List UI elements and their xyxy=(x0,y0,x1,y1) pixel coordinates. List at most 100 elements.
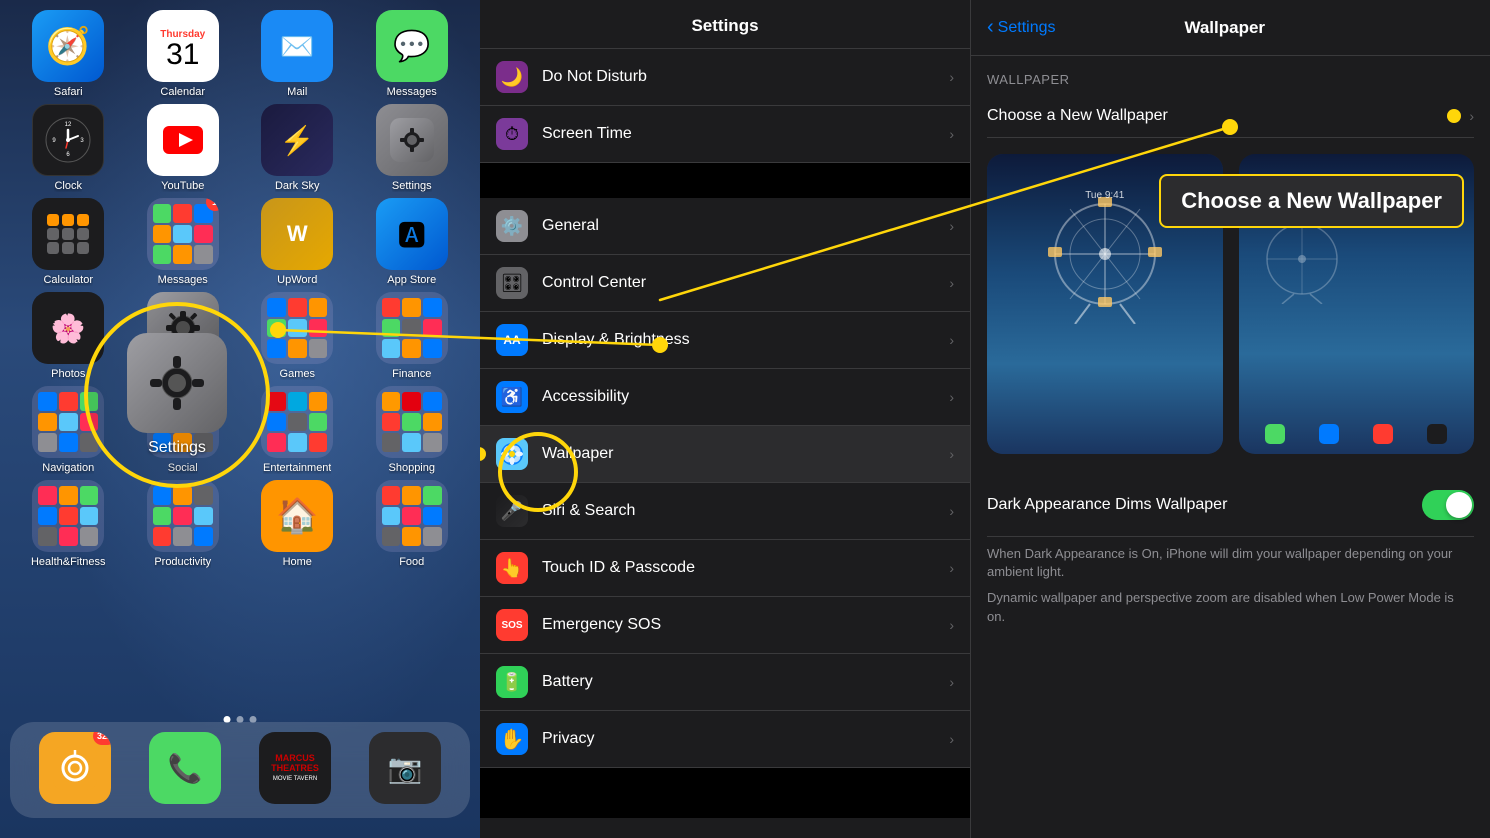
settings-item-screen-time[interactable]: ⏱ Screen Time › xyxy=(480,106,970,163)
settings-item-control-center[interactable]: 🎛 Control Center › xyxy=(480,255,970,312)
app-navigation[interactable]: Navigation xyxy=(14,386,123,474)
settings-header: Settings xyxy=(480,0,970,49)
wallpaper-title: Wallpaper xyxy=(1055,18,1394,38)
chevron-icon: › xyxy=(949,218,954,234)
choose-new-label: Choose a New Wallpaper xyxy=(987,107,1447,125)
app-upword[interactable]: W UpWord xyxy=(243,198,352,286)
app-darksky[interactable]: ⚡ Dark Sky xyxy=(243,104,352,192)
app-home[interactable]: 🏠 Home xyxy=(243,480,352,568)
settings-item-display-brightness[interactable]: AA Display & Brightness › xyxy=(480,312,970,369)
settings-item-general[interactable]: ⚙️ General › xyxy=(480,198,970,255)
emergency-sos-icon: SOS xyxy=(496,609,528,641)
app-food[interactable]: Food xyxy=(358,480,467,568)
settings-item-emergency-sos[interactable]: SOS Emergency SOS › xyxy=(480,597,970,654)
app-safari[interactable]: 🧭 Safari xyxy=(14,10,123,98)
app-finance[interactable]: Finance xyxy=(358,292,467,380)
wallpaper-icon xyxy=(496,438,528,470)
pointer-dot xyxy=(1447,109,1461,123)
battery-icon: 🔋 xyxy=(496,666,528,698)
home-screen: 🧭 Safari Thursday 31 Calendar ✉️ Mail 💬 … xyxy=(0,0,480,838)
dark-appearance-description: When Dark Appearance is On, iPhone will … xyxy=(987,545,1474,581)
app-shopping[interactable]: Shopping xyxy=(358,386,467,474)
settings-panel: Settings 🌙 Do Not Disturb › ⏱ Screen Tim… xyxy=(480,0,970,838)
settings-item-privacy[interactable]: ✋ Privacy › xyxy=(480,711,970,768)
app-mail[interactable]: ✉️ Mail xyxy=(243,10,352,98)
siri-search-label: Siri & Search xyxy=(542,502,935,520)
settings-bottom-bar xyxy=(480,768,970,818)
settings-item-accessibility[interactable]: ♿ Accessibility › xyxy=(480,369,970,426)
app-health[interactable]: Health&Fitness xyxy=(14,480,123,568)
chevron-icon: › xyxy=(949,126,954,142)
wallpaper-preview-container: Tue 9:41 Calculator UpWord Reference Gam… xyxy=(987,154,1474,454)
chevron-icon: › xyxy=(949,674,954,690)
general-icon: ⚙️ xyxy=(496,210,528,242)
chevron-icon: › xyxy=(949,560,954,576)
app-messages-folder[interactable]: 1 Messages xyxy=(129,198,238,286)
privacy-label: Privacy xyxy=(542,730,935,748)
dark-appearance-label: Dark Appearance Dims Wallpaper xyxy=(987,496,1422,514)
general-label: General xyxy=(542,217,935,235)
app-photos[interactable]: 🌸 Photos xyxy=(14,292,123,380)
app-calculator[interactable]: Calculator xyxy=(14,198,123,286)
touch-id-label: Touch ID & Passcode xyxy=(542,559,935,577)
display-brightness-icon: AA xyxy=(496,324,528,356)
screen-time-label: Screen Time xyxy=(542,125,935,143)
chevron-icon: › xyxy=(949,69,954,85)
app-messages[interactable]: 💬 Messages xyxy=(358,10,467,98)
settings-item-siri-search[interactable]: 🎤 Siri & Search › xyxy=(480,483,970,540)
chevron-icon: › xyxy=(949,389,954,405)
wallpaper-label: Wallpaper xyxy=(542,445,935,463)
dock-camera[interactable]: 📷 xyxy=(369,732,441,808)
control-center-icon: 🎛 xyxy=(496,267,528,299)
wallpaper-panel: ‹ Settings Wallpaper WALLPAPER Choose a … xyxy=(970,0,1490,838)
choose-new-chevron-icon: › xyxy=(1469,108,1474,124)
wallpaper-content: WALLPAPER Choose a New Wallpaper › xyxy=(971,56,1490,838)
app-settings-main[interactable]: Settings xyxy=(129,292,238,380)
display-brightness-label: Display & Brightness xyxy=(542,331,935,349)
app-youtube[interactable]: YouTube xyxy=(129,104,238,192)
settings-title: Settings xyxy=(496,16,954,36)
settings-item-wallpaper[interactable]: Wallpaper › xyxy=(480,426,970,483)
settings-item-touch-id[interactable]: 👆 Touch ID & Passcode › xyxy=(480,540,970,597)
tooltip-text: Choose a New Wallpaper xyxy=(1181,188,1442,213)
wallpaper-back-button[interactable]: ‹ Settings xyxy=(987,16,1055,39)
app-appstore[interactable]: 🅰 App Store xyxy=(358,198,467,286)
wallpaper-header: ‹ Settings Wallpaper xyxy=(971,0,1490,56)
dock-overcast[interactable]: 321 xyxy=(39,732,111,808)
choose-new-wallpaper-row[interactable]: Choose a New Wallpaper › xyxy=(987,95,1474,138)
settings-item-battery[interactable]: 🔋 Battery › xyxy=(480,654,970,711)
accessibility-label: Accessibility xyxy=(542,388,935,406)
app-clock[interactable]: 12 3 6 9 Clock xyxy=(14,104,123,192)
chevron-icon: › xyxy=(949,332,954,348)
screen-time-icon: ⏱ xyxy=(496,118,528,150)
chevron-icon: › xyxy=(949,446,954,462)
app-social[interactable]: Social xyxy=(129,386,238,474)
settings-item-do-not-disturb[interactable]: 🌙 Do Not Disturb › xyxy=(480,49,970,106)
siri-search-icon: 🎤 xyxy=(496,495,528,527)
app-games[interactable]: Games xyxy=(243,292,352,380)
dock-marcus[interactable]: MARCUSTHEATRES MOVIE TAVERN xyxy=(259,732,331,808)
svg-text:12: 12 xyxy=(65,122,72,128)
dark-appearance-description-2: Dynamic wallpaper and perspective zoom a… xyxy=(987,589,1474,625)
do-not-disturb-label: Do Not Disturb xyxy=(542,68,935,86)
dark-appearance-row: Dark Appearance Dims Wallpaper xyxy=(987,474,1474,537)
app-calendar[interactable]: Thursday 31 Calendar xyxy=(129,10,238,98)
do-not-disturb-icon: 🌙 xyxy=(496,61,528,93)
choose-new-tooltip: Choose a New Wallpaper xyxy=(1159,174,1464,228)
dark-appearance-toggle[interactable] xyxy=(1422,490,1474,520)
app-settings[interactable]: Settings xyxy=(358,104,467,192)
settings-divider xyxy=(480,163,970,198)
settings-list: 🌙 Do Not Disturb › ⏱ Screen Time › ⚙️ Ge… xyxy=(480,49,970,838)
wallpaper-section-label: WALLPAPER xyxy=(987,72,1474,87)
app-productivity[interactable]: Productivity xyxy=(129,480,238,568)
control-center-label: Control Center xyxy=(542,274,935,292)
dock: 321 📞 MARCUSTHEATRES MOVIE TAVERN 📷 xyxy=(10,722,470,818)
dock-phone[interactable]: 📞 xyxy=(149,732,221,808)
chevron-icon: › xyxy=(949,503,954,519)
app-entertainment[interactable]: Entertainment xyxy=(243,386,352,474)
accessibility-icon: ♿ xyxy=(496,381,528,413)
chevron-icon: › xyxy=(949,275,954,291)
back-label: Settings xyxy=(998,19,1056,37)
touch-id-icon: 👆 xyxy=(496,552,528,584)
chevron-icon: › xyxy=(949,617,954,633)
